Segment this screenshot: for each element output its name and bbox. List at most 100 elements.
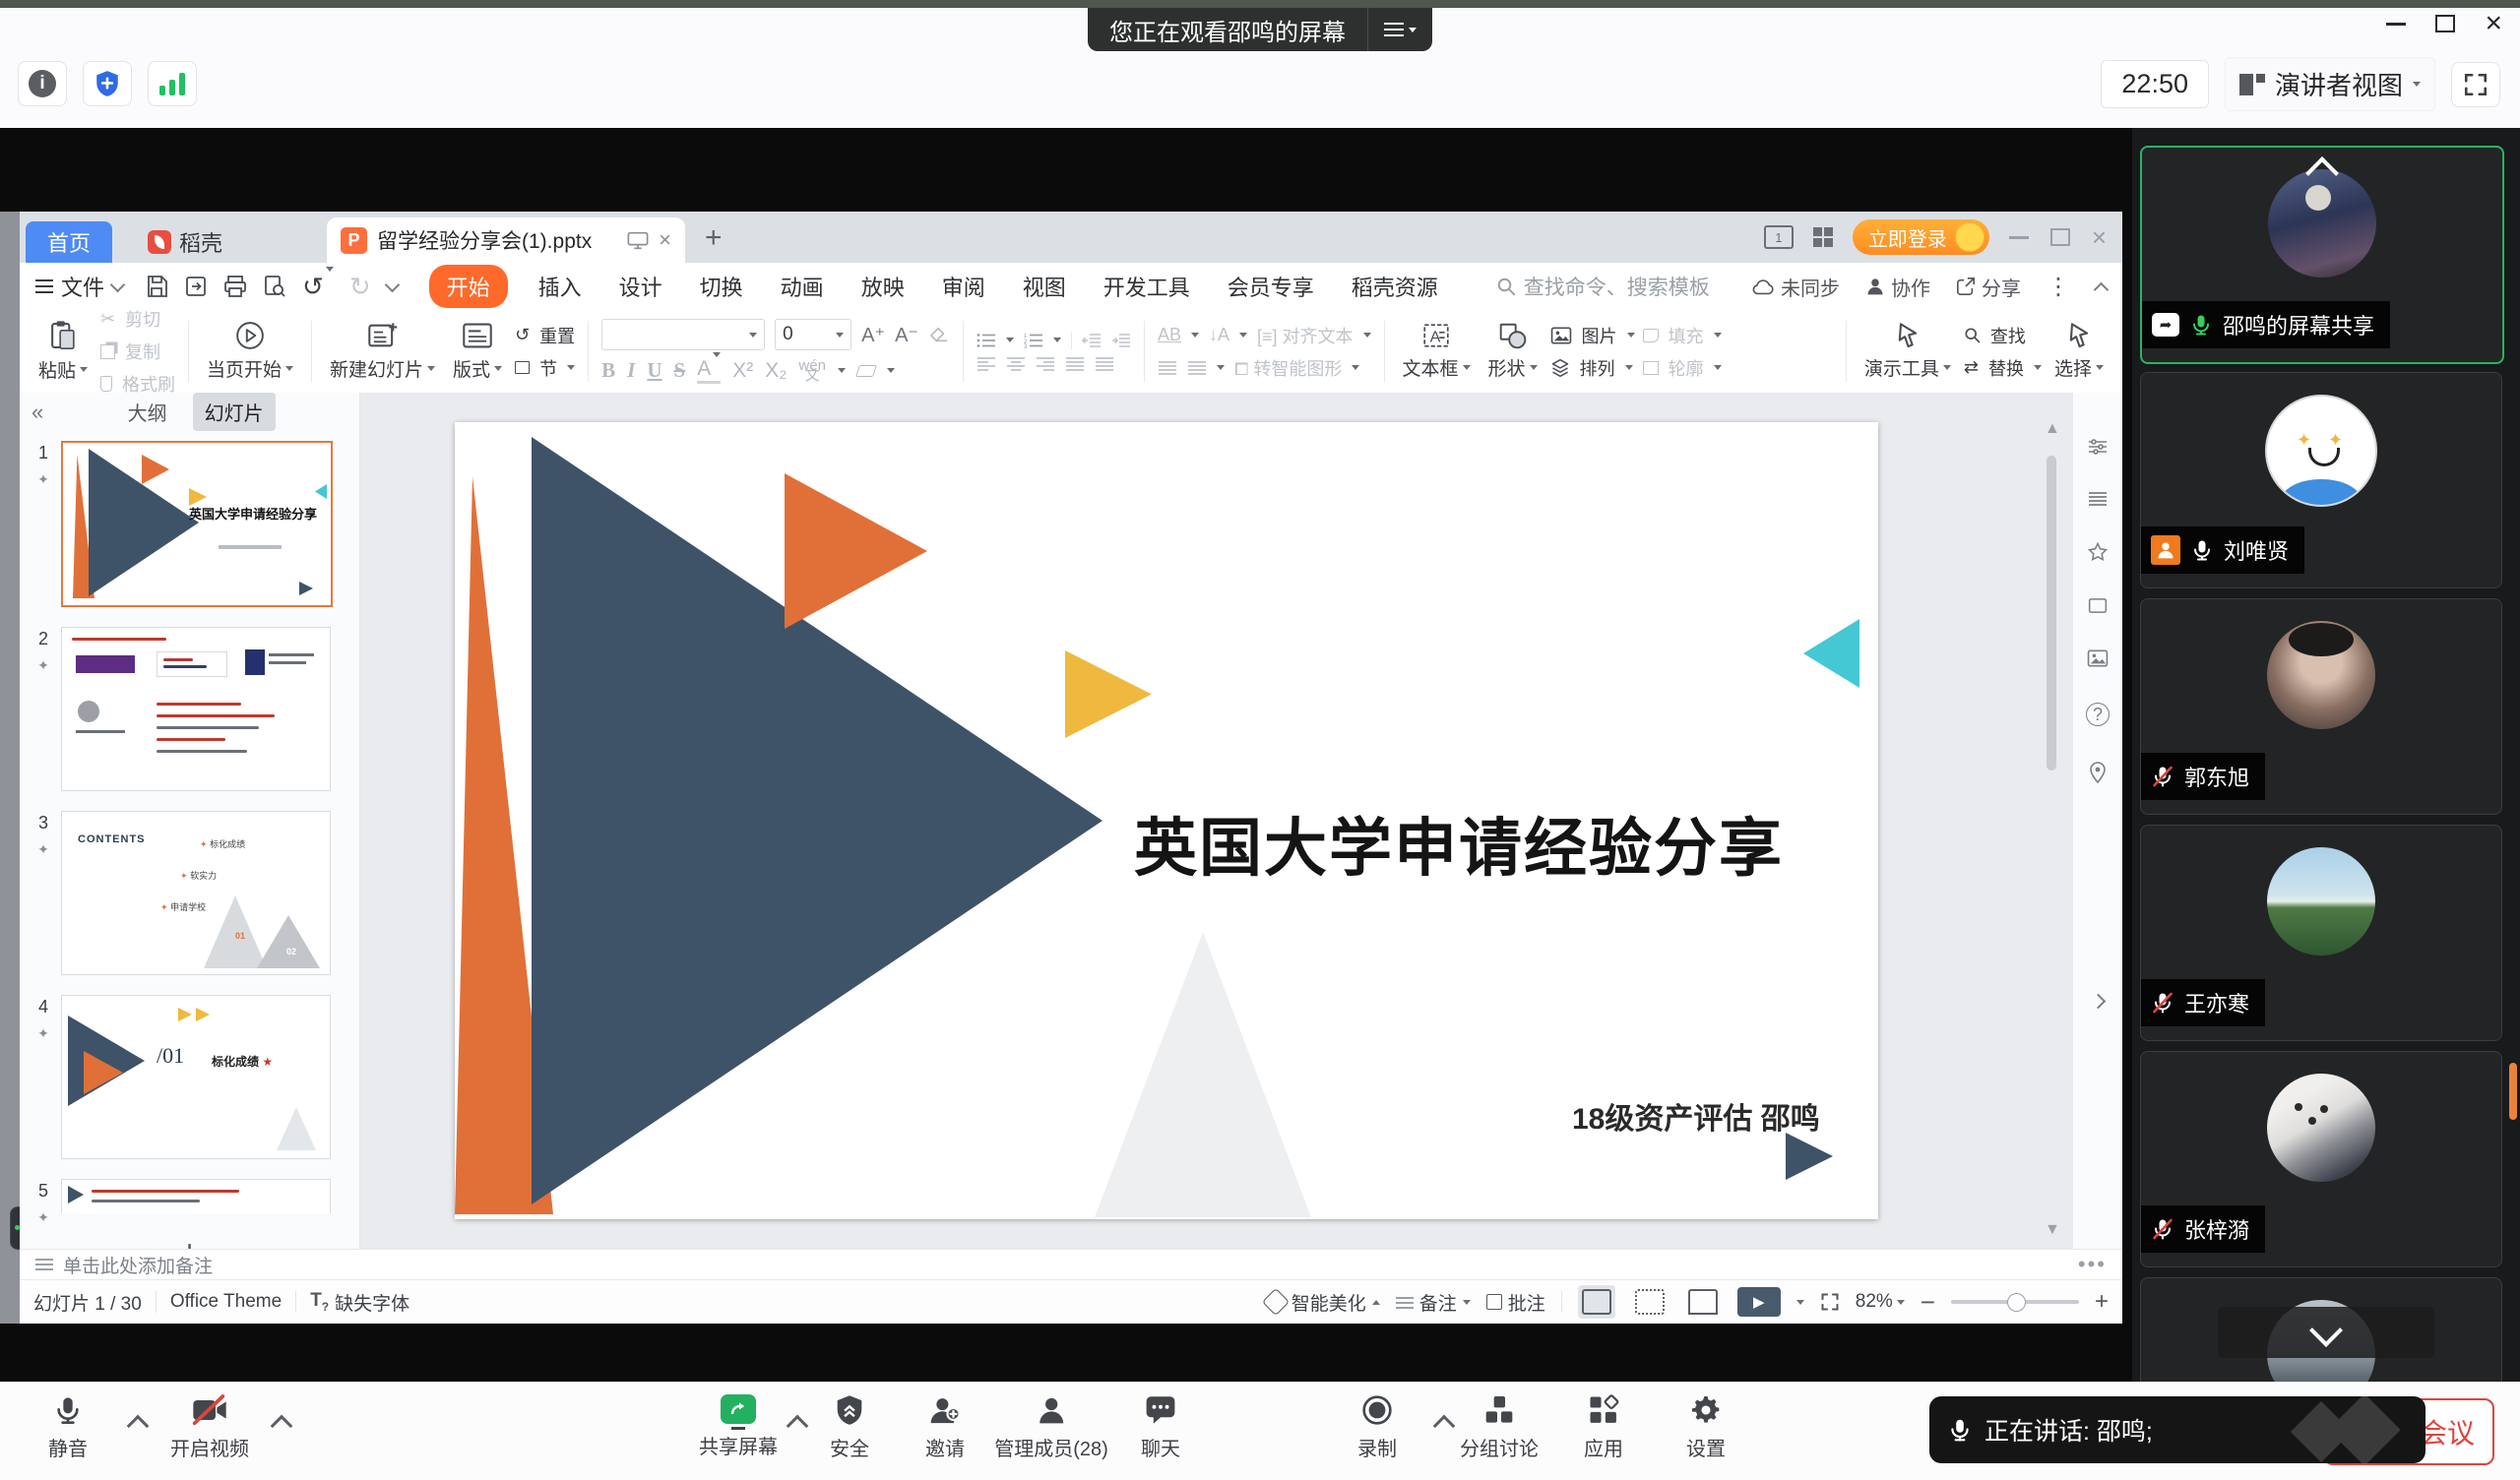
ribbon-tab-insert[interactable]: 插入	[538, 271, 582, 302]
ribbon-tab-slideshow[interactable]: 放映	[861, 271, 905, 302]
ribbon-tab-animation[interactable]: 动画	[781, 271, 824, 302]
favorites-star-icon[interactable]	[2088, 542, 2108, 562]
cut-button[interactable]: ✂剪切	[100, 306, 175, 332]
locate-pin-icon[interactable]	[2089, 762, 2107, 783]
breakout-button[interactable]: 分组讨论	[1460, 1394, 1539, 1461]
bold-button[interactable]: B	[601, 358, 615, 383]
ribbon-tab-design[interactable]: 设计	[619, 271, 662, 302]
underline-button[interactable]: U	[647, 358, 662, 383]
fill-button[interactable]: 填充	[1643, 323, 1722, 348]
font-color-button[interactable]: A	[697, 357, 721, 384]
security-button[interactable]: 安全	[830, 1394, 869, 1461]
print-icon[interactable]	[223, 275, 247, 298]
section-button[interactable]: 节	[515, 355, 575, 381]
slide-thumbnail-1[interactable]: 英国大学申请经验分享	[61, 441, 333, 607]
settings-button[interactable]: 设置	[1686, 1394, 1726, 1461]
bullet-list-icon[interactable]	[976, 333, 996, 348]
para-spacing-icon[interactable]	[1187, 360, 1207, 376]
close-tab-icon[interactable]: ×	[659, 227, 671, 253]
invite-button[interactable]: 邀请	[925, 1394, 965, 1461]
export-icon[interactable]	[184, 275, 208, 298]
pinyin-guide-button[interactable]: wén文	[798, 361, 826, 381]
vertical-text-button[interactable]: ↓A	[1209, 325, 1229, 345]
ribbon-tab-review[interactable]: 审阅	[942, 271, 985, 302]
copy-button[interactable]: 复制	[100, 339, 175, 364]
minimize-icon[interactable]	[2386, 23, 2406, 26]
superscript-button[interactable]: X²	[732, 359, 753, 383]
share-button[interactable]: 分享	[1956, 273, 2021, 301]
print-preview-icon[interactable]	[263, 275, 286, 298]
record-button[interactable]: 录制	[1357, 1394, 1397, 1461]
layout-rect-icon[interactable]	[2088, 597, 2108, 614]
zoom-level[interactable]: 82%	[1856, 1291, 1905, 1313]
video-options-chevron[interactable]	[271, 1415, 293, 1438]
image-tool-icon[interactable]	[2087, 649, 2109, 667]
customize-qat-icon[interactable]	[384, 277, 400, 292]
numbered-list-icon[interactable]	[1024, 333, 1043, 348]
ribbon-tab-start[interactable]: 开始	[429, 265, 508, 308]
manage-members-button[interactable]: 管理成员(28)	[994, 1394, 1108, 1461]
font-family-select[interactable]	[601, 319, 765, 350]
help-icon[interactable]: ?	[2086, 703, 2110, 726]
outline-tab[interactable]: 大纲	[116, 393, 179, 431]
highlight-button[interactable]	[855, 365, 877, 377]
start-video-button[interactable]: 开启视频	[170, 1394, 249, 1461]
italic-button[interactable]: I	[627, 358, 635, 383]
slide-thumbnail-3[interactable]: CONTENTS ✦ 标化成绩 ✦ 软实力 ✦ 申请学校 01 02	[61, 811, 331, 975]
login-button[interactable]: 立即登录	[1853, 219, 1989, 255]
fullscreen-button[interactable]	[2451, 62, 2500, 107]
normal-view-button[interactable]	[1578, 1285, 1615, 1319]
scroll-down-band[interactable]	[2218, 1307, 2434, 1358]
shapes-button[interactable]: 形状	[1480, 322, 1546, 381]
subscript-button[interactable]: X₂	[765, 359, 787, 383]
share-options-chevron[interactable]	[787, 1415, 809, 1438]
slide-thumbnail-5[interactable]	[61, 1179, 331, 1213]
align-text-button[interactable]: [≡] 对齐文本	[1257, 323, 1354, 348]
missing-font-warning[interactable]: T? 缺失字体	[310, 1289, 410, 1316]
workbench-grid-icon[interactable]	[1813, 227, 1833, 247]
distribute-icon[interactable]	[1095, 356, 1114, 372]
command-search[interactable]: 查找命令、搜索模板	[1496, 272, 1710, 301]
clear-format-icon[interactable]	[928, 326, 950, 343]
ribbon-tab-member[interactable]: 会员专享	[1228, 271, 1314, 302]
outline-button[interactable]: 轮廓	[1643, 355, 1722, 381]
slide-thumbnail-2[interactable]	[61, 627, 331, 791]
tab-home[interactable]: 首页	[26, 221, 112, 263]
sidebar-scrollbar[interactable]	[2509, 1063, 2517, 1120]
sync-status[interactable]: 未同步	[1751, 273, 1840, 301]
record-options-chevron[interactable]	[1433, 1415, 1456, 1438]
wps-maximize-icon[interactable]	[2050, 228, 2070, 246]
notes-bar[interactable]: 单击此处添加备注 •••	[20, 1249, 2122, 1279]
collaborate-button[interactable]: 协作	[1865, 273, 1930, 301]
slides-tab[interactable]: 幻灯片	[193, 393, 276, 431]
zoom-slider[interactable]	[1951, 1300, 2079, 1304]
replace-button[interactable]: ⇄替换	[1964, 355, 2042, 381]
single-window-icon[interactable]: 1	[1764, 225, 1794, 249]
apps-button[interactable]: 应用	[1584, 1394, 1623, 1461]
zoom-out-button[interactable]: −	[1921, 1287, 1935, 1318]
ribbon-tab-docer-res[interactable]: 稻壳资源	[1352, 271, 1438, 302]
theme-name[interactable]: Office Theme	[170, 1291, 282, 1313]
chat-button[interactable]: 聊天	[1141, 1394, 1180, 1461]
beautify-button[interactable]: 智能美化	[1266, 1289, 1380, 1316]
participant-tile[interactable]: 郭东旭	[2140, 598, 2502, 815]
select-button[interactable]: 选择	[2046, 322, 2112, 381]
close-icon[interactable]: ×	[2485, 14, 2502, 33]
increase-indent-icon[interactable]	[1111, 333, 1131, 348]
vertical-scrollbar[interactable]	[2047, 456, 2056, 771]
network-quality-button[interactable]	[148, 61, 197, 106]
save-icon[interactable]	[145, 275, 168, 298]
textbox-button[interactable]: 文本框	[1394, 322, 1480, 381]
zoom-slider-knob[interactable]	[2007, 1293, 2026, 1312]
notes-toggle[interactable]: 备注	[1396, 1289, 1471, 1316]
wps-minimize-icon[interactable]	[2009, 236, 2029, 239]
wps-close-icon[interactable]: ×	[2092, 227, 2107, 247]
new-slide-button[interactable]: 新建幻灯片	[321, 321, 444, 382]
strikethrough-button[interactable]: S	[674, 358, 686, 383]
comments-toggle[interactable]: 批注	[1486, 1289, 1545, 1316]
font-size-select[interactable]: 0	[775, 319, 851, 350]
justify-icon[interactable]	[1065, 356, 1085, 372]
participant-tile[interactable]: 王亦寒	[2140, 825, 2502, 1041]
find-button[interactable]: 查找	[1964, 323, 2042, 348]
redo-button[interactable]: ↻	[349, 272, 371, 302]
